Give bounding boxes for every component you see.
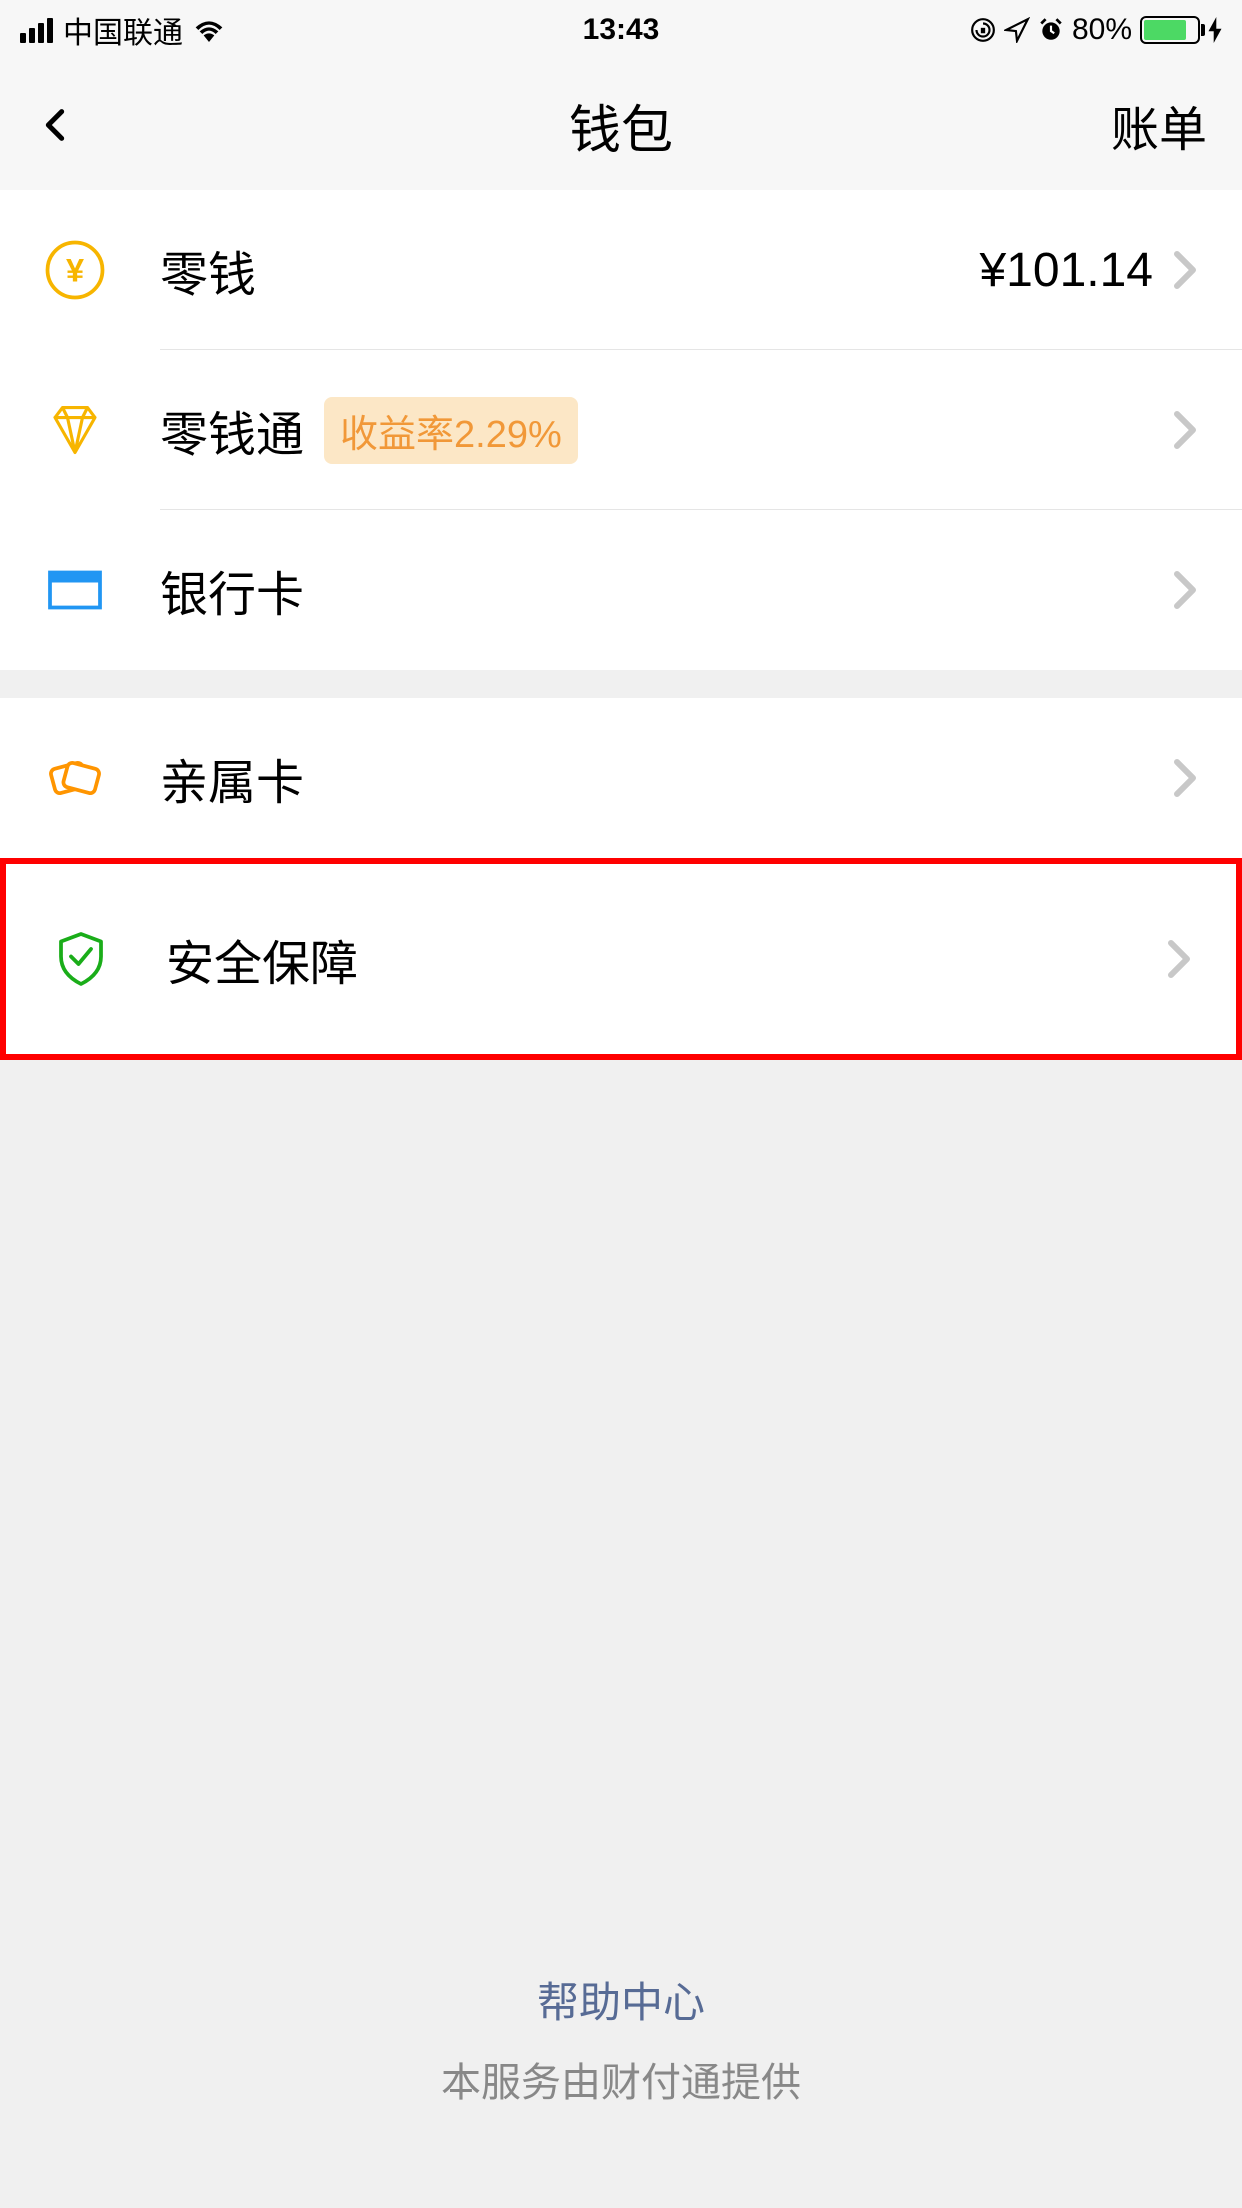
provider-text: 本服务由财付通提供 <box>0 2050 1242 2108</box>
status-time: 13:43 <box>583 13 660 47</box>
fund-badge: 收益率2.29% <box>324 397 578 464</box>
chevron-right-icon <box>1167 939 1191 979</box>
family-card-label: 亲属卡 <box>160 743 304 813</box>
status-right: 80% <box>970 13 1222 47</box>
charging-icon <box>1208 17 1222 43</box>
yen-coin-icon: ¥ <box>45 240 105 300</box>
card-icon <box>45 560 105 620</box>
paired-cards-icon <box>45 748 105 808</box>
fund-item[interactable]: 零钱通 收益率2.29% <box>0 350 1242 510</box>
rotation-lock-icon <box>970 17 996 43</box>
carrier-label: 中国联通 <box>63 8 183 52</box>
bank-card-item[interactable]: 银行卡 <box>0 510 1242 670</box>
shield-check-icon <box>51 929 111 989</box>
chevron-right-icon <box>1173 570 1197 610</box>
nav-bar: 钱包 账单 <box>0 60 1242 190</box>
family-card-item[interactable]: 亲属卡 <box>0 698 1242 858</box>
signal-icon <box>20 18 53 43</box>
wifi-icon <box>193 18 225 42</box>
bank-card-label: 银行卡 <box>160 555 304 625</box>
security-item[interactable]: 安全保障 <box>6 864 1236 1054</box>
chevron-right-icon <box>1173 758 1197 798</box>
chevron-right-icon <box>1173 410 1197 450</box>
balance-value: ¥101.14 <box>979 243 1153 298</box>
chevron-right-icon <box>1173 250 1197 290</box>
section-gap <box>0 670 1242 698</box>
help-center-link[interactable]: 帮助中心 <box>0 1969 1242 2030</box>
footer: 帮助中心 本服务由财付通提供 <box>0 1969 1242 2108</box>
balance-item[interactable]: ¥ 零钱 ¥101.14 <box>0 190 1242 350</box>
svg-text:¥: ¥ <box>66 252 84 288</box>
bills-button[interactable]: 账单 <box>1111 90 1207 160</box>
list-group-2: 亲属卡 <box>0 698 1242 858</box>
battery-percent: 80% <box>1072 13 1132 47</box>
security-item-highlighted: 安全保障 <box>0 858 1242 1060</box>
page-title: 钱包 <box>569 88 673 163</box>
back-button[interactable] <box>35 105 75 145</box>
battery-icon <box>1140 16 1200 44</box>
location-icon <box>1004 17 1030 43</box>
security-label: 安全保障 <box>166 924 358 994</box>
fund-label: 零钱通 <box>160 395 304 465</box>
diamond-icon <box>45 400 105 460</box>
list-group-1: ¥ 零钱 ¥101.14 零钱通 收益率2.29% 银行卡 <box>0 190 1242 670</box>
status-left: 中国联通 <box>20 8 225 52</box>
status-bar: 中国联通 13:43 80% <box>0 0 1242 60</box>
alarm-icon <box>1038 17 1064 43</box>
balance-label: 零钱 <box>160 235 256 305</box>
